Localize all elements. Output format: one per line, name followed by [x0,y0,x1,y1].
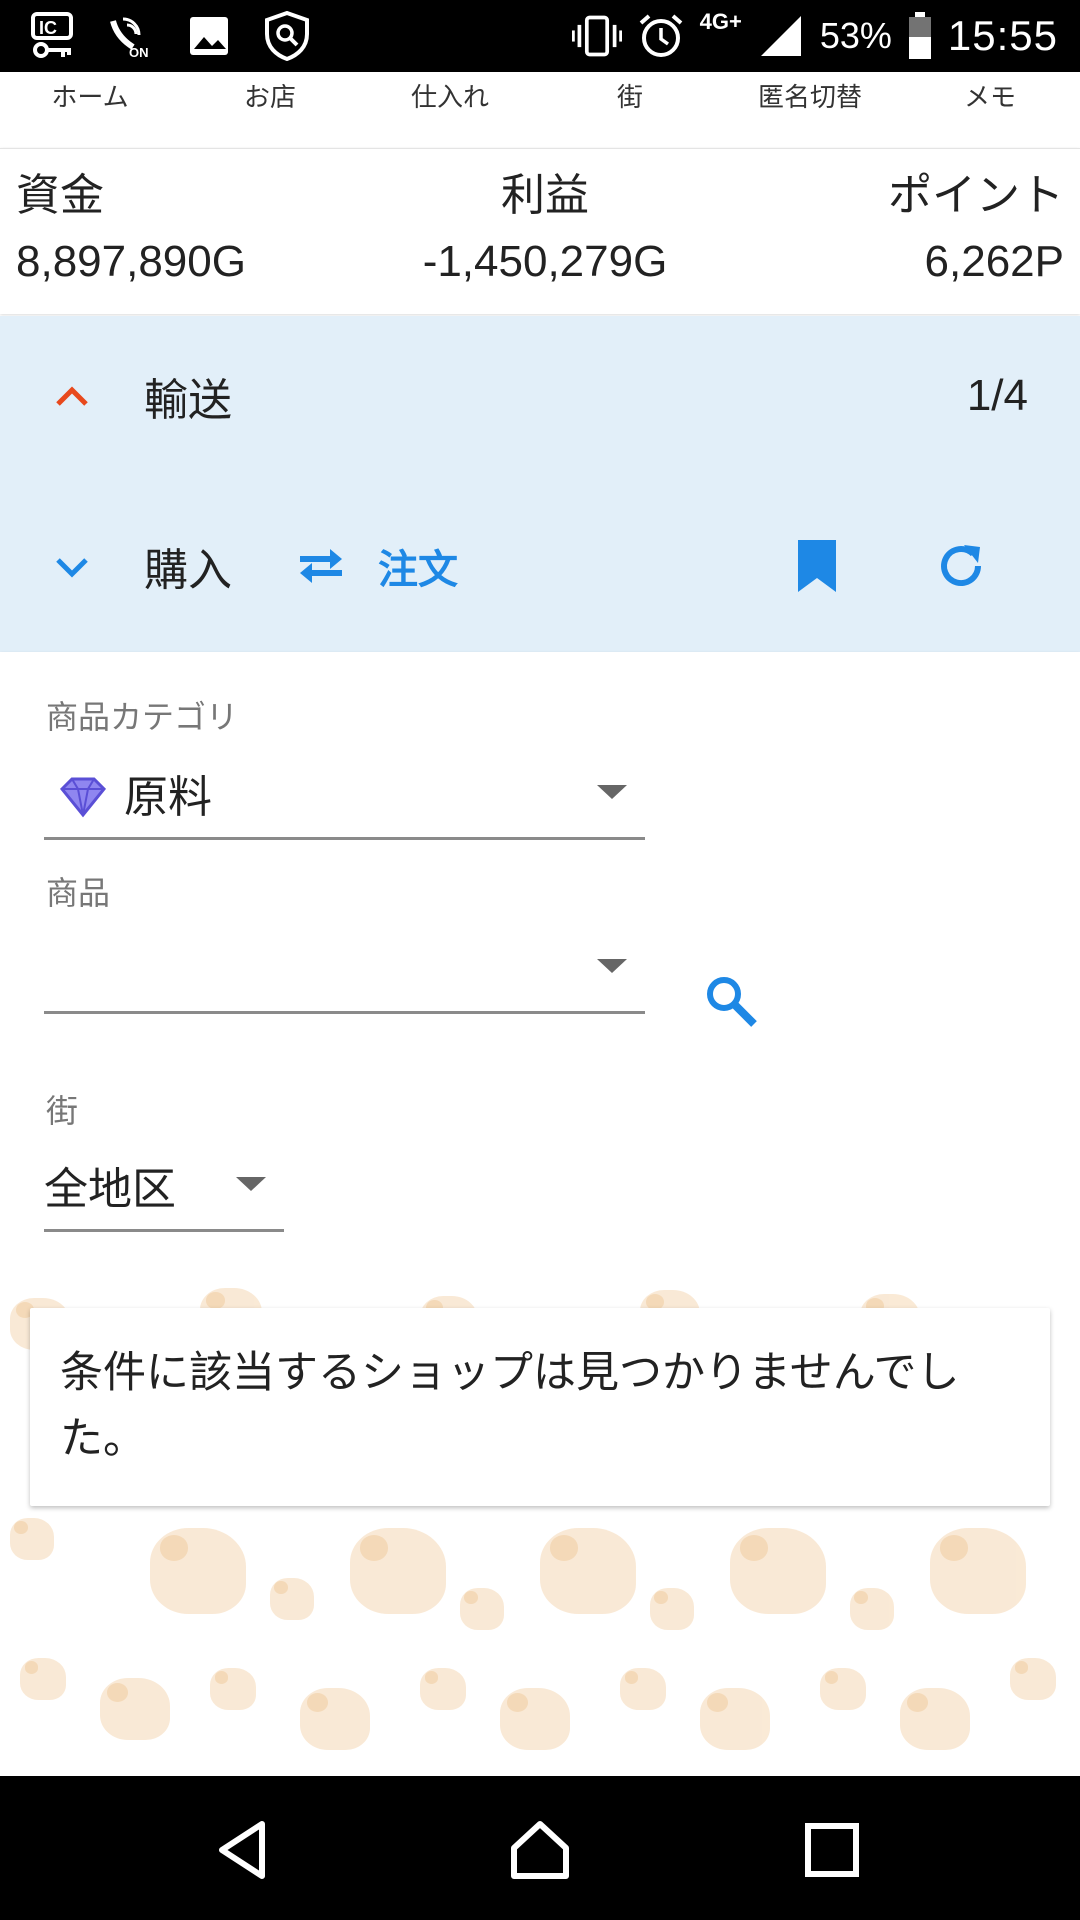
transport-count: 1/4 [966,371,1028,420]
nav-town[interactable]: 街 [540,72,720,144]
battery-percentage: 53% [819,15,892,56]
funds-label: 資金 [16,170,104,221]
nav-memo[interactable]: メモ [900,72,1080,144]
alarm-icon [636,11,686,61]
purchase-title: 購入 [144,545,232,596]
order-link[interactable]: 注文 [378,537,458,595]
system-nav-bar [0,1776,1080,1920]
funds-stat: 資金 8,897,890G [16,163,246,295]
empty-result-card: 条件に該当するショップは見つかりませんでした。 [30,1308,1050,1506]
image-icon [184,11,234,61]
battery-icon [906,11,934,61]
svg-text:ON: ON [129,45,149,59]
town-label: 街 [46,1092,79,1130]
wifi-calling-on-icon: ON [106,11,156,61]
nav-anonymous-toggle[interactable]: 匿名切替 [720,72,900,144]
town-select[interactable]: 全地区 [44,1152,284,1232]
nav-stock[interactable]: 仕入れ [360,72,540,144]
status-bar: IC ON 4G+ 53% 15:55 [0,0,1080,72]
dropdown-arrow-icon [597,959,627,973]
signal-icon [756,11,806,61]
chevron-up-icon[interactable] [52,376,92,416]
points-stat: ポイント 6,262P [888,163,1064,295]
empty-result-message: 条件に該当するショップは見つかりませんでした。 [60,1348,960,1464]
points-value: 6,262P [924,237,1064,286]
dropdown-arrow-icon [597,785,627,799]
top-nav: ホーム お店 仕入れ 街 匿名切替 メモ [0,72,1080,144]
swap-icon[interactable] [294,539,348,593]
clock: 15:55 [947,12,1058,59]
transport-title: 輸送 [144,375,232,426]
stats-panel: 資金 8,897,890G 利益 -1,450,279G ポイント 6,262P [0,148,1080,314]
gem-icon [59,777,107,818]
profit-stat: 利益 -1,450,279G [380,163,710,295]
profit-value: -1,450,279G [422,237,668,286]
transport-section-header[interactable]: 輸送 1/4 [0,346,1080,446]
vibrate-icon [571,11,622,61]
network-type: 4G+ [699,9,742,34]
refresh-icon[interactable] [934,539,988,593]
dropdown-arrow-icon [236,1177,266,1191]
bookmark-icon[interactable] [792,538,842,594]
chevron-down-icon[interactable] [52,546,92,586]
category-select[interactable]: 原料 [44,760,645,840]
recents-icon[interactable] [800,1818,864,1882]
nav-home[interactable]: ホーム [0,72,180,144]
nfc-key-icon: IC [28,11,78,61]
back-icon[interactable] [210,1818,274,1882]
home-icon[interactable] [508,1818,572,1882]
town-value: 全地区 [44,1164,176,1215]
purchase-section-header[interactable]: 購入 注文 [0,516,1080,616]
shield-icon [262,11,312,61]
svg-text:IC: IC [39,18,57,38]
funds-value: 8,897,890G [16,237,246,286]
nav-shop[interactable]: お店 [180,72,360,144]
points-label: ポイント [888,170,1064,221]
product-label: 商品 [46,874,111,912]
category-value: 原料 [124,772,212,823]
category-label: 商品カテゴリ [46,698,239,736]
profit-label: 利益 [501,170,589,221]
search-icon[interactable] [702,972,760,1030]
product-select[interactable] [44,934,645,1014]
